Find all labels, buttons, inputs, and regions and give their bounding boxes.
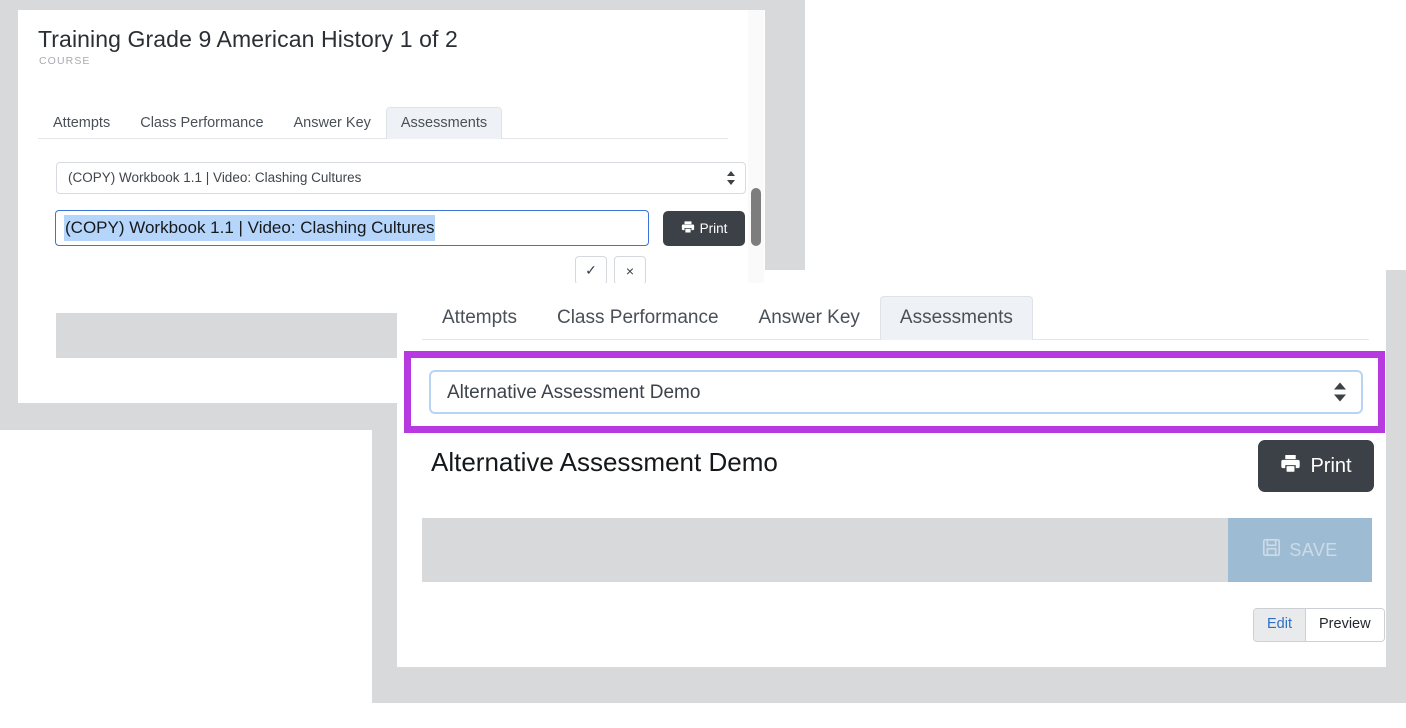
tab-assessments-lower[interactable]: Assessments [879,296,1033,340]
updown-arrows-icon-lower [1334,382,1347,402]
screenshot-root: Training Grade 9 American History 1 of 2… [0,0,1406,728]
assessment-card: Attempts Class Performance Answer Key As… [397,283,1386,667]
assessment-select-lower-value: Alternative Assessment Demo [447,382,701,403]
floppy-disk-icon [1262,538,1281,562]
assessment-select[interactable]: (COPY) Workbook 1.1 | Video: Clashing Cu… [56,162,746,194]
course-tabs: Attempts Class Performance Answer Key As… [38,102,728,139]
view-mode-toggle: Edit Preview [1253,608,1385,642]
toggle-edit[interactable]: Edit [1254,609,1305,641]
tab-answer-key-lower[interactable]: Answer Key [739,296,880,340]
tab-class-performance-lower[interactable]: Class Performance [537,296,739,340]
assessment-select-lower[interactable]: Alternative Assessment Demo [429,370,1363,414]
printer-icon-lower [1280,453,1301,480]
tab-assessments[interactable]: Assessments [385,106,503,139]
toggle-preview[interactable]: Preview [1305,609,1384,641]
highlight-ring: Alternative Assessment Demo [404,351,1385,433]
background-sheet-right-edge [1386,270,1406,703]
assessment-name-input-value: (COPY) Workbook 1.1 | Video: Clashing Cu… [64,215,436,241]
tab-class-performance[interactable]: Class Performance [125,107,278,140]
tab-attempts-lower[interactable]: Attempts [422,296,537,340]
page-title: Training Grade 9 American History 1 of 2 [38,26,458,52]
vertical-scrollbar-thumb[interactable] [751,188,761,246]
save-button-label: SAVE [1289,539,1338,560]
top-right-white-panel [805,0,1406,255]
course-kicker-label: COURSE [39,55,91,67]
print-button-lower[interactable]: Print [1258,440,1374,492]
assessment-heading: Alternative Assessment Demo [431,447,778,477]
tab-answer-key[interactable]: Answer Key [279,107,386,140]
name-edit-actions: ✓ × [575,256,646,285]
close-icon-button[interactable]: × [614,256,646,285]
check-icon: ✓ [585,262,597,278]
assessment-select-value: (COPY) Workbook 1.1 | Video: Clashing Cu… [68,170,362,185]
close-icon: × [625,262,635,279]
editor-placeholder-bar [56,313,414,358]
editor-toolbar-row: SAVE [422,518,1372,582]
print-button[interactable]: Print [663,211,745,246]
print-button-lower-label: Print [1310,454,1352,477]
updown-arrows-icon [727,171,736,185]
assessment-tabs: Attempts Class Performance Answer Key As… [422,292,1369,340]
assessment-name-input[interactable]: (COPY) Workbook 1.1 | Video: Clashing Cu… [55,210,649,246]
editor-blank-area [422,518,1228,582]
check-icon-button[interactable]: ✓ [575,256,607,285]
save-button[interactable]: SAVE [1228,518,1372,582]
printer-icon [681,220,695,237]
tab-attempts[interactable]: Attempts [38,107,125,140]
print-button-label: Print [699,221,728,236]
